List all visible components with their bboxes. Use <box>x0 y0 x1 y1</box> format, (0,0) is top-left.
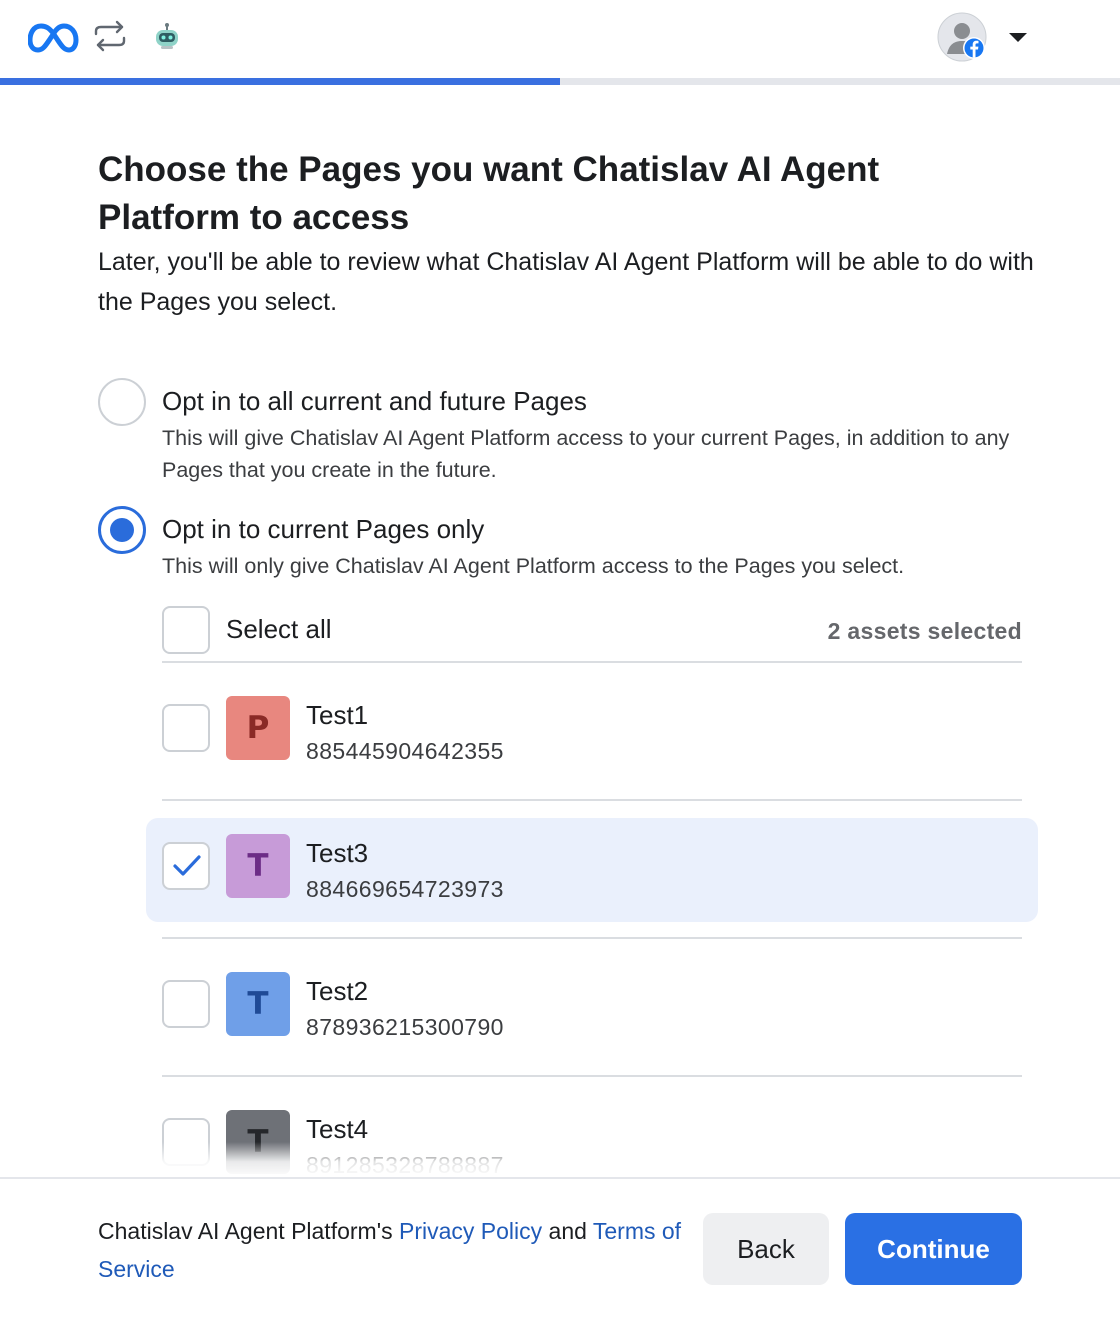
page-avatar: T <box>226 972 290 1036</box>
radio-selected-dot <box>110 518 134 542</box>
continue-button[interactable]: Continue <box>845 1213 1022 1285</box>
divider <box>162 1075 1022 1077</box>
option-all-pages-title: Opt in to all current and future Pages <box>162 386 587 416</box>
page-checkbox[interactable] <box>162 980 210 1028</box>
page-subtitle: Later, you'll be able to review what Cha… <box>98 248 1034 316</box>
page-avatar: P <box>226 696 290 760</box>
footer-legal-text: Chatislav AI Agent Platform's Privacy Po… <box>98 1212 698 1288</box>
back-button[interactable]: Back <box>703 1213 829 1285</box>
top-bar <box>0 0 1120 76</box>
page-id: 885445904642355 <box>306 738 504 764</box>
page-name: Test2 <box>306 976 369 1006</box>
select-all-label: Select all <box>226 614 332 644</box>
page-id: 884669654723973 <box>306 876 504 902</box>
page-name: Test4 <box>306 1114 369 1144</box>
caret-down-icon[interactable] <box>1008 30 1028 44</box>
checkmark-icon <box>173 855 201 876</box>
option-current-pages-title: Opt in to current Pages only <box>162 514 485 544</box>
footer-and: and <box>548 1218 587 1244</box>
radio-all-pages[interactable] <box>98 378 146 426</box>
list-scroll-fade <box>140 1142 1040 1178</box>
profile-avatar[interactable] <box>937 12 987 62</box>
radio-current-pages[interactable] <box>98 506 146 554</box>
privacy-policy-link[interactable]: Privacy Policy <box>399 1218 542 1244</box>
divider <box>162 937 1022 939</box>
page-id: 878936215300790 <box>306 1014 504 1040</box>
page-title: Choose the Pages you want Chatislav AI A… <box>98 150 880 237</box>
page-name: Test3 <box>306 838 369 868</box>
meta-logo-icon <box>28 23 79 53</box>
option-current-pages-description: This will only give Chatislav AI Agent P… <box>162 554 905 578</box>
divider <box>162 661 1022 663</box>
divider <box>162 799 1022 801</box>
page-checkbox-checked[interactable] <box>162 842 210 890</box>
progress-fill <box>0 78 560 85</box>
swap-arrows-icon <box>94 20 126 52</box>
footer-prefix: Chatislav AI Agent Platform's <box>98 1218 393 1244</box>
option-all-pages-description: This will give Chatislav AI Agent Platfo… <box>162 426 1010 482</box>
page-name: Test1 <box>306 700 369 730</box>
page-checkbox[interactable] <box>162 704 210 752</box>
page-avatar: T <box>226 834 290 898</box>
progress-bar <box>0 78 1120 85</box>
select-all-checkbox[interactable] <box>162 606 210 654</box>
assets-selected-count: 2 assets selected <box>827 618 1022 644</box>
robot-icon <box>156 23 178 49</box>
